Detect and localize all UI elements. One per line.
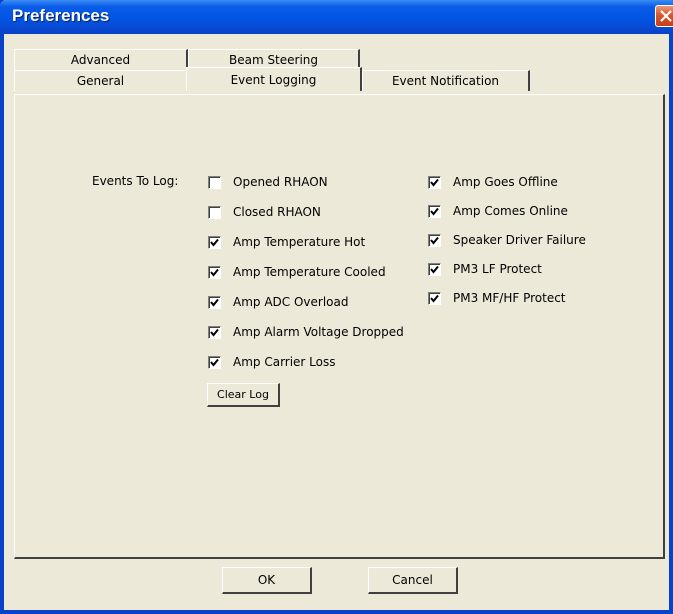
event-checkbox-row[interactable]: Speaker Driver Failure [428, 231, 586, 249]
event-checkbox-row[interactable]: Closed RHAON [208, 203, 321, 221]
event-checkbox-label: PM3 LF Protect [453, 262, 542, 276]
event-checkbox-row[interactable]: Amp Goes Offline [428, 173, 558, 191]
checkmark-icon [430, 178, 439, 187]
checkmark-icon [430, 236, 439, 245]
event-checkbox-row[interactable]: Amp Temperature Cooled [208, 263, 386, 281]
event-checkbox-label: Amp Carrier Loss [233, 355, 336, 369]
event-checkbox-label: Amp ADC Overload [233, 295, 349, 309]
checked-checkbox[interactable] [428, 262, 441, 276]
event-checkbox-label: Amp Temperature Hot [233, 235, 366, 249]
unchecked-checkbox[interactable] [208, 205, 221, 219]
unchecked-checkbox[interactable] [208, 175, 221, 189]
event-checkbox-label: Opened RHAON [233, 175, 328, 189]
checkmark-icon [210, 268, 219, 277]
checkmark-icon [210, 238, 219, 247]
checked-checkbox[interactable] [208, 235, 221, 249]
event-checkbox-label: Closed RHAON [233, 205, 321, 219]
event-checkbox-label: Amp Comes Online [453, 204, 568, 218]
checkmark-icon [210, 358, 219, 367]
event-checkbox-row[interactable]: Amp Temperature Hot [208, 233, 365, 251]
checked-checkbox[interactable] [208, 265, 221, 279]
ok-button[interactable]: OK [222, 567, 312, 594]
cancel-button[interactable]: Cancel [368, 567, 458, 594]
event-checkbox-label: Speaker Driver Failure [453, 233, 586, 247]
checked-checkbox[interactable] [208, 355, 221, 369]
event-checkbox-row[interactable]: Amp Alarm Voltage Dropped [208, 323, 404, 341]
ok-label: OK [257, 573, 276, 587]
event-checkbox-row[interactable]: Amp ADC Overload [208, 293, 348, 311]
event-checkbox-label: PM3 MF/HF Protect [453, 291, 566, 305]
panel-content: Events To Log: Opened RHAON Closed RHAON A… [0, 0, 673, 614]
event-checkbox-label: Amp Alarm Voltage Dropped [233, 325, 404, 339]
checkmark-icon [430, 265, 439, 274]
checked-checkbox[interactable] [428, 291, 441, 305]
event-checkbox-label: Amp Temperature Cooled [233, 265, 386, 279]
checkmark-icon [430, 294, 439, 303]
event-checkbox-row[interactable]: PM3 LF Protect [428, 260, 542, 278]
event-checkbox-row[interactable]: Amp Carrier Loss [208, 353, 336, 371]
checked-checkbox[interactable] [208, 295, 221, 309]
events-to-log-label: Events To Log: [92, 174, 179, 188]
checked-checkbox[interactable] [428, 175, 441, 189]
event-checkbox-label: Amp Goes Offline [453, 175, 558, 189]
clear-log-label: Clear Log [217, 388, 269, 401]
event-checkbox-row[interactable]: PM3 MF/HF Protect [428, 289, 566, 307]
checkmark-icon [430, 207, 439, 216]
event-checkbox-row[interactable]: Opened RHAON [208, 173, 328, 191]
checked-checkbox[interactable] [208, 325, 221, 339]
checked-checkbox[interactable] [428, 233, 441, 247]
checked-checkbox[interactable] [428, 204, 441, 218]
event-checkbox-row[interactable]: Amp Comes Online [428, 202, 568, 220]
cancel-label: Cancel [392, 573, 433, 587]
checkmark-icon [210, 298, 219, 307]
checkmark-icon [210, 328, 219, 337]
clear-log-button[interactable]: Clear Log [207, 383, 280, 407]
